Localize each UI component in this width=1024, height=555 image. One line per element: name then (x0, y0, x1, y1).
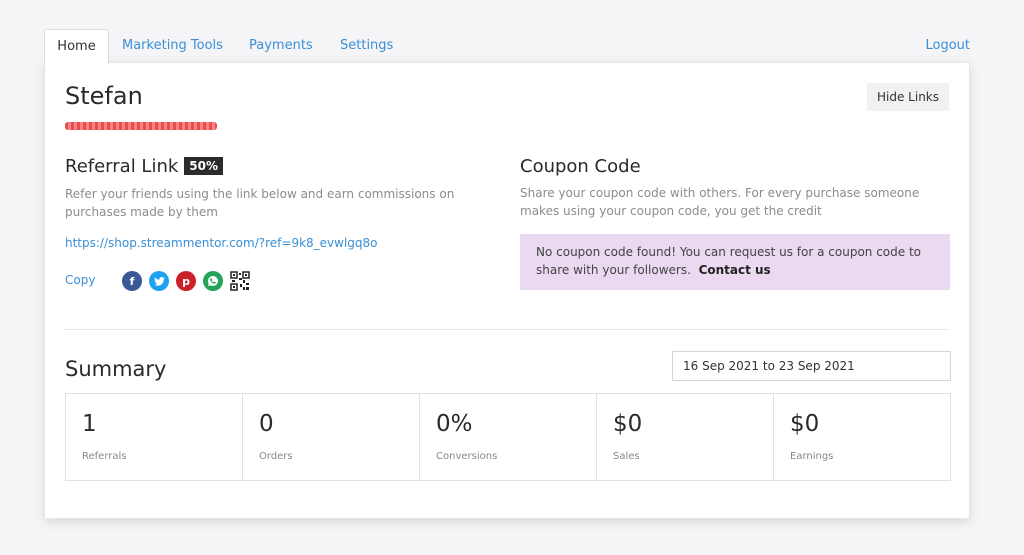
commission-badge: 50% (184, 157, 224, 175)
coupon-description: Share your coupon code with others. For … (520, 186, 920, 218)
copy-link-button[interactable]: Copy (65, 273, 95, 287)
stat-value: 0 (259, 411, 274, 437)
main-card: Stefan Hide Links Referral Link 50% Refer… (44, 62, 970, 519)
twitter-icon[interactable] (149, 271, 169, 291)
tab-payments[interactable]: Payments (249, 29, 313, 63)
stat-referrals: 1 Referrals (66, 394, 243, 480)
logout-link[interactable]: Logout (925, 29, 970, 63)
redacted-email (65, 122, 217, 130)
stat-label: Earnings (790, 451, 834, 462)
facebook-icon[interactable]: f (122, 271, 142, 291)
stat-orders: 0 Orders (243, 394, 420, 480)
summary-title: Summary (65, 357, 167, 381)
referral-link-label: Referral Link (65, 156, 179, 177)
stat-value: 0% (436, 411, 473, 437)
hide-links-button[interactable]: Hide Links (867, 83, 949, 111)
contact-us-link[interactable]: Contact us (699, 263, 771, 277)
tab-settings[interactable]: Settings (340, 29, 393, 63)
referral-url-link[interactable]: https://shop.streammentor.com/?ref=9k8_e… (65, 236, 378, 250)
stat-label: Referrals (82, 451, 127, 462)
pinterest-icon[interactable]: p (176, 271, 196, 291)
referral-link-title: Referral Link 50% (65, 156, 224, 177)
coupon-notice: No coupon code found! You can request us… (520, 234, 950, 290)
tab-marketing-tools[interactable]: Marketing Tools (122, 29, 223, 63)
summary-stats: 1 Referrals 0 Orders 0% Conversions $0 S… (65, 393, 951, 481)
stat-value: $0 (790, 411, 820, 437)
stat-value: 1 (82, 411, 97, 437)
tab-home[interactable]: Home (44, 29, 109, 64)
stat-earnings: $0 Earnings (774, 394, 950, 480)
referral-description: Refer your friends using the link below … (65, 187, 455, 219)
stat-label: Orders (259, 451, 293, 462)
section-divider (65, 329, 949, 330)
stat-conversions: 0% Conversions (420, 394, 597, 480)
stat-sales: $0 Sales (597, 394, 774, 480)
stat-label: Conversions (436, 451, 498, 462)
whatsapp-icon[interactable] (203, 271, 223, 291)
share-icons: f p (122, 271, 250, 291)
stat-value: $0 (613, 411, 643, 437)
top-tabs: Home Marketing Tools Payments Settings L… (44, 29, 970, 64)
stat-label: Sales (613, 451, 640, 462)
coupon-code-title: Coupon Code (520, 156, 641, 177)
date-range-picker[interactable]: 16 Sep 2021 to 23 Sep 2021 (672, 351, 951, 381)
user-name: Stefan (65, 82, 143, 110)
qr-code-icon[interactable] (230, 271, 250, 291)
